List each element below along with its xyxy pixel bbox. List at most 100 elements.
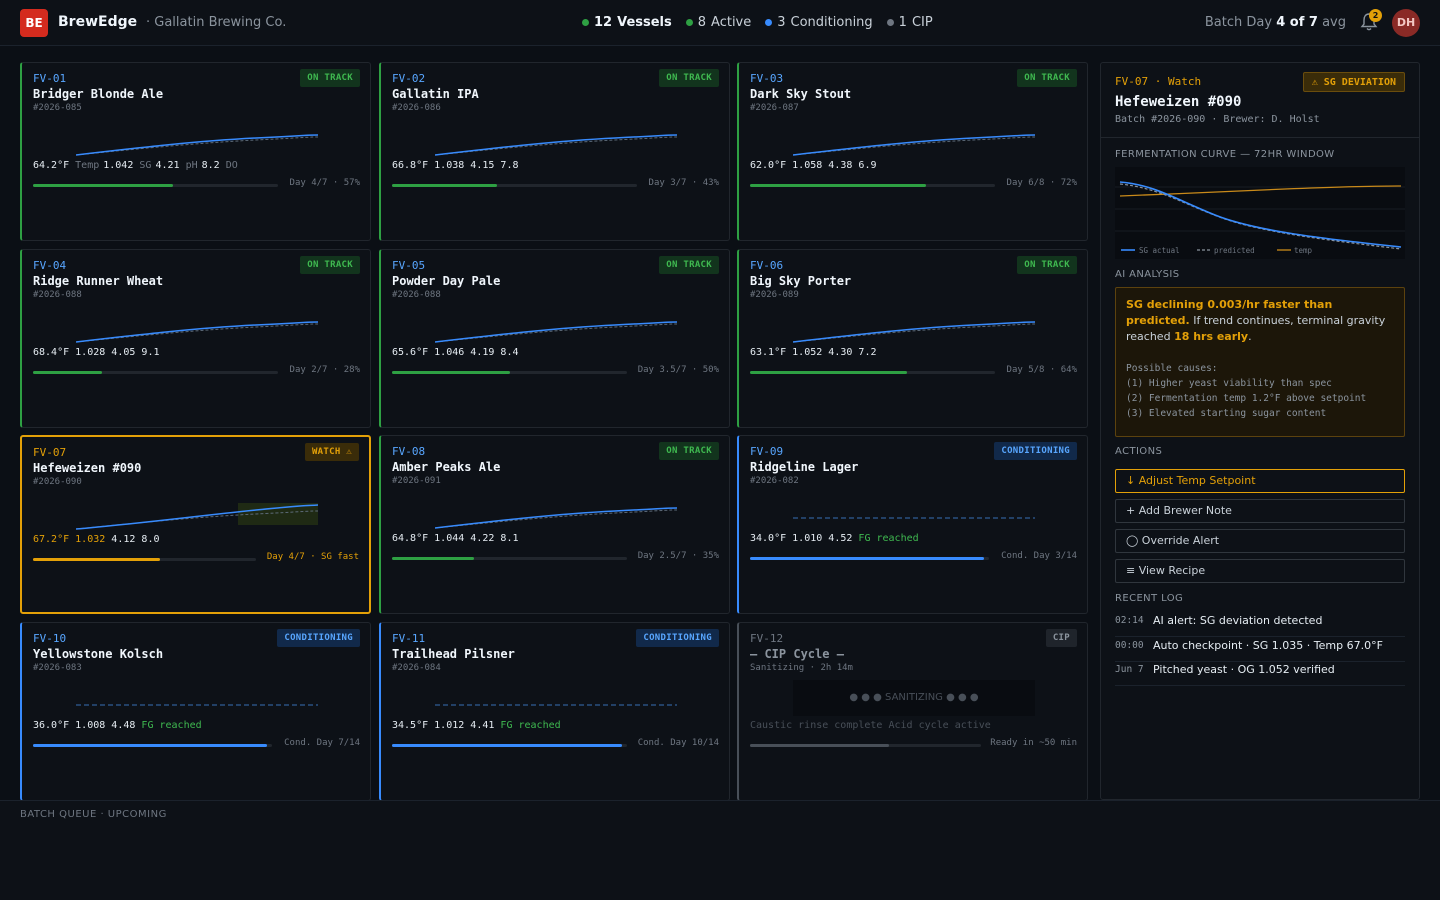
vessel-batch-number: #2026-088 [392,290,441,300]
progress-text: Cond. Day 10/14 [637,738,719,748]
stat-label: Active [711,15,752,30]
progress-track [392,184,637,187]
progress-fill [750,744,889,747]
stat-label: Vessels [617,15,672,30]
vessel-card[interactable]: FV-01 Bridger Blonde Ale #2026-085 ON TRACK… [20,62,371,241]
vessel-batch-name: Dark Sky Stout [750,87,852,101]
ai-highlight-early: 18 hrs early [1174,330,1249,343]
vessel-batch-name: Amber Peaks Ale [392,460,501,474]
recent-log-title: RECENT LOG [1115,593,1184,604]
app-logo[interactable]: BE [20,9,48,37]
vessel-id: FV-03 [750,72,784,85]
ph-value: 4.05 [111,347,136,358]
progress-text: Ready in ~50 min [990,738,1077,748]
vessel-card[interactable]: FV-04 Ridge Runner Wheat #2026-088 ON TRACK… [20,249,371,428]
ph-value: 4.41 [470,720,495,731]
vessel-readings: 62.0°F 1.058 4.38 6.9 [750,160,876,171]
fg-status: FG reached [858,533,919,544]
stat-active[interactable]: 8 Active [685,15,752,30]
status-badge: ON TRACK [659,256,719,274]
override-alert-button[interactable]: ◯ Override Alert [1115,529,1405,553]
stat-count: 8 [697,15,707,30]
deviation-badge: ⚠ SG DEVIATION [1302,72,1405,92]
log-entry: Jun 7 Pitched yeast · OG 1.052 verified [1115,662,1405,686]
user-avatar[interactable]: DH [1392,9,1420,37]
sg-value: 1.044 [434,533,465,544]
panel-header: FV-07 · Watch ⚠ SG DEVIATION Hefeweizen … [1101,63,1419,138]
app-name: BrewEdge [58,14,138,30]
progress-track [750,744,981,747]
vessel-batch-name: Bridger Blonde Ale [33,87,164,101]
status-badge: ON TRACK [300,69,360,87]
temp-value: 67.2°F [33,534,70,545]
fermentation-curve-chart[interactable]: SG actual predicted temp [1115,167,1405,259]
sg-actual-line [1119,181,1402,248]
progress-fill [750,557,984,560]
sg-value: 1.038 [434,160,465,171]
vessel-card[interactable]: FV-08 Amber Peaks Ale #2026-091 ON TRACK 64.… [379,435,730,614]
progress-text: Day 2/7 · 28% [289,365,360,375]
log-entry: 00:00 Auto checkpoint · SG 1.035 · Temp 6… [1115,638,1405,662]
vessel-card[interactable]: FV-10 Yellowstone Kolsch #2026-083 CONDITIO… [20,622,371,801]
log-entry: 02:14 AI alert: SG deviation detected [1115,613,1405,637]
vessel-card[interactable]: FV-03 Dark Sky Stout #2026-087 ON TRACK 62.0… [737,62,1088,241]
do-value: 8.1 [500,533,519,544]
status-badge: CONDITIONING [994,442,1077,460]
sg-value: 1.012 [434,720,465,731]
batch-day-prefix: Batch Day [1204,15,1273,30]
status-badge: ON TRACK [1017,256,1077,274]
progress-fill [392,184,497,187]
vessel-id: FV-08 [392,445,426,458]
sparkline-predicted [435,509,677,529]
do-value: 8.2 [201,160,220,171]
add-note-button[interactable]: + Add Brewer Note [1115,499,1405,523]
vessel-readings: 34.5°F 1.012 4.41 FG reached [392,720,561,731]
vessel-batch-name: — CIP Cycle — [750,647,844,661]
sg-sparkline [793,134,1035,156]
sg-sparkline [76,134,318,156]
vessel-batch-name: Big Sky Porter [750,274,852,288]
curve-title: FERMENTATION CURVE — 72HR WINDOW [1115,149,1335,160]
ph-value: 4.21 [155,160,180,171]
cause-item: (3) Elevated starting sugar content [1126,408,1327,419]
stat-cip[interactable]: 1 CIP [886,15,933,30]
vessel-card[interactable]: FV-05 Powder Day Pale #2026-088 ON TRACK 65.… [379,249,730,428]
stat-count: 1 [898,15,907,30]
do-value: 8.0 [141,534,160,545]
temp-value: 64.8°F [392,533,429,544]
vessel-card[interactable]: FV-12 — CIP Cycle — Sanitizing · 2h 14m CIP… [737,622,1088,801]
vessel-readings: 64.8°F 1.044 4.22 8.1 [392,533,518,544]
vessel-batch-number: #2026-086 [392,103,441,113]
adjust-temp-button[interactable]: ↓ Adjust Temp Setpoint [1115,469,1405,493]
cip-status-box: ● ● ● SANITIZING ● ● ● [793,680,1035,716]
sparkline-predicted [76,136,318,156]
vessel-card[interactable]: FV-06 Big Sky Porter #2026-089 ON TRACK 63.1… [737,249,1088,428]
vessel-card[interactable]: FV-02 Gallatin IPA #2026-086 ON TRACK 66.8°F… [379,62,730,241]
ai-analysis-text: SG declining 0.003/hr faster than predic… [1126,297,1394,345]
vessel-stats: 12 Vessels 8 Active 3 Conditioning 1 CIP [582,15,933,30]
chart-legend: SG actual predicted temp [1121,246,1313,255]
view-recipe-button[interactable]: ≡ View Recipe [1115,559,1405,583]
vessel-detail-panel: FV-07 · Watch ⚠ SG DEVIATION Hefeweizen … [1100,62,1420,800]
stat-vessels[interactable]: 12 Vessels [582,15,672,30]
vessel-batch-number: #2026-091 [392,476,441,486]
vessel-batch-number: Sanitizing · 2h 14m [750,663,853,673]
possible-causes: Possible causes: (1) Higher yeast viabil… [1126,361,1394,421]
status-badge: CIP [1045,629,1077,647]
status-badge: ON TRACK [659,69,719,87]
vessel-id: FV-10 [33,632,67,645]
ph-value: 4.38 [828,160,853,171]
stat-conditioning[interactable]: 3 Conditioning [765,15,873,30]
batch-day-value: 4 of 7 [1276,15,1318,30]
vessel-batch-number: #2026-089 [750,290,799,300]
vessel-card[interactable]: FV-09 Ridgeline Lager #2026-082 CONDITIONIN… [737,435,1088,614]
progress-track [33,371,278,374]
status-dot-icon [886,19,894,26]
progress-text: Day 4/7 · 57% [289,178,360,188]
progress-text: Day 3.5/7 · 50% [637,365,719,375]
vessel-card[interactable]: FV-11 Trailhead Pilsner #2026-084 CONDITION… [379,622,730,801]
vessel-card[interactable]: FV-07 Hefeweizen #090 #2026-090 WATCH ⚠ 67.2… [20,435,371,614]
do-value: 8.4 [500,347,519,358]
temp-value: 68.4°F [33,347,70,358]
panel-batch-name: Hefeweizen #090 [1115,94,1242,110]
